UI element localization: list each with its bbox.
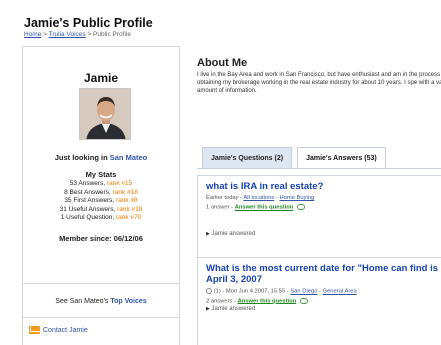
stat-rank: rank #18 (112, 188, 138, 196)
question-date: Earlier today - (206, 195, 243, 201)
question-meta: Earlier today - All locations - Home Buy… (206, 195, 315, 201)
question-list: what is IRA in real estate? Earlier toda… (197, 175, 441, 345)
status-location: San Mateo (109, 153, 148, 162)
list-item: 35 First Answers, rank #8 (23, 197, 179, 206)
question-title-link[interactable]: what is IRA in real estate? (206, 181, 439, 192)
profile-name: Jamie (83, 71, 119, 85)
stat-text: 31 Useful Answers, (59, 205, 116, 213)
breadcrumb-home-link[interactable]: Home (24, 31, 41, 38)
question-answers: 1 answer - Answer this question (206, 204, 439, 211)
answered-label: Jamie answered (211, 306, 256, 313)
contact-label: Contact Jamie (43, 326, 88, 334)
triangle-right-icon: ▶ (206, 230, 210, 237)
triangle-right-icon: ▶ (206, 306, 210, 313)
thumb-icon (206, 288, 212, 294)
stat-text: 1 Useful Question, (60, 214, 115, 222)
mail-icon (29, 326, 40, 334)
stat-rank: rank #18 (117, 205, 143, 213)
tab-answers[interactable]: Jamie's Answers (53) (297, 147, 386, 169)
answered-toggle[interactable]: ▶ Jamie answered (206, 306, 439, 312)
list-item: 8 Best Answers, rank #18 (23, 189, 179, 198)
divider (197, 168, 441, 169)
divider (23, 317, 179, 318)
contact-link[interactable]: Contact Jamie (29, 326, 88, 334)
top-voices: See San Mateo's Top Voices (23, 298, 179, 305)
answer-question-link[interactable]: Answer this question (235, 205, 294, 211)
answer-count: 1 answer - (206, 204, 234, 211)
stat-rank: rank #70 (116, 214, 142, 222)
list-item: what is IRA in real estate? Earlier toda… (198, 176, 441, 258)
breadcrumb-current: Public Profile (93, 31, 131, 38)
divider (23, 283, 179, 284)
list-item: 53 Answers, rank #15 (23, 180, 179, 189)
answer-question-link[interactable]: Answer this question (238, 298, 297, 304)
status-prefix: Just looking in (54, 153, 108, 162)
question-date: (1) - Mon Jun 4 2007, 15:55 - (213, 288, 289, 295)
stats-list: 53 Answers, rank #15 8 Best Answers, ran… (23, 180, 179, 223)
answer-count: 2 answers - (206, 298, 236, 305)
speech-bubble-icon (299, 297, 308, 304)
top-voices-link[interactable]: Top Voices (110, 298, 146, 305)
breadcrumb-separator: > (87, 31, 92, 38)
stat-text: 53 Answers, (69, 180, 106, 187)
question-answers: 2 answers - Answer this question (206, 297, 439, 305)
member-since: Member since: 06/12/06 (59, 234, 143, 243)
stat-rank: rank #8 (115, 197, 138, 205)
tab-bar: Jamie's Questions (2) Jamie's Answers (5… (202, 147, 386, 169)
stat-text: 8 Best Answers, (64, 188, 111, 196)
topic-link[interactable]: Home Buying (279, 195, 314, 201)
answered-toggle[interactable]: ▶ Jamie answered (206, 231, 439, 237)
about-title: About Me (197, 57, 248, 69)
page-title: Jamie's Public Profile (24, 16, 153, 30)
top-voices-prefix: See San Mateo's (55, 298, 109, 305)
list-item: What is the most current date for "Home … (198, 258, 441, 345)
stat-rank: rank #15 (106, 180, 133, 187)
speech-bubble-icon (296, 204, 305, 210)
location-link[interactable]: All locations (243, 195, 274, 201)
avatar (79, 88, 131, 140)
list-item: 1 Useful Question, rank #70 (23, 214, 179, 223)
topic-link[interactable]: General Area (323, 289, 357, 295)
about-text: I live in the Bay Area and work in San F… (197, 72, 441, 94)
tab-questions[interactable]: Jamie's Questions (2) (202, 147, 293, 168)
list-item: 31 Useful Answers, rank #18 (23, 206, 179, 215)
breadcrumb: Home > Trulia Voices > Public Profile (24, 31, 131, 38)
question-meta: (1) - Mon Jun 4 2007, 15:55 - San Diego … (206, 288, 439, 295)
breadcrumb-separator: > (43, 31, 47, 38)
status-line: Just looking in San Mateo (23, 153, 179, 162)
location-link[interactable]: San Diego (290, 289, 317, 295)
profile-sidebar: Jamie Just looking in San Mateo My Stats… (22, 46, 180, 345)
breadcrumb-voices-link[interactable]: Trulia Voices (49, 31, 86, 38)
question-title-link[interactable]: What is the most current date for "Home … (206, 263, 439, 285)
stat-text: 35 First Answers, (64, 197, 115, 205)
answered-label: Jamie answered (211, 230, 256, 237)
stats-title: My Stats (85, 170, 117, 179)
